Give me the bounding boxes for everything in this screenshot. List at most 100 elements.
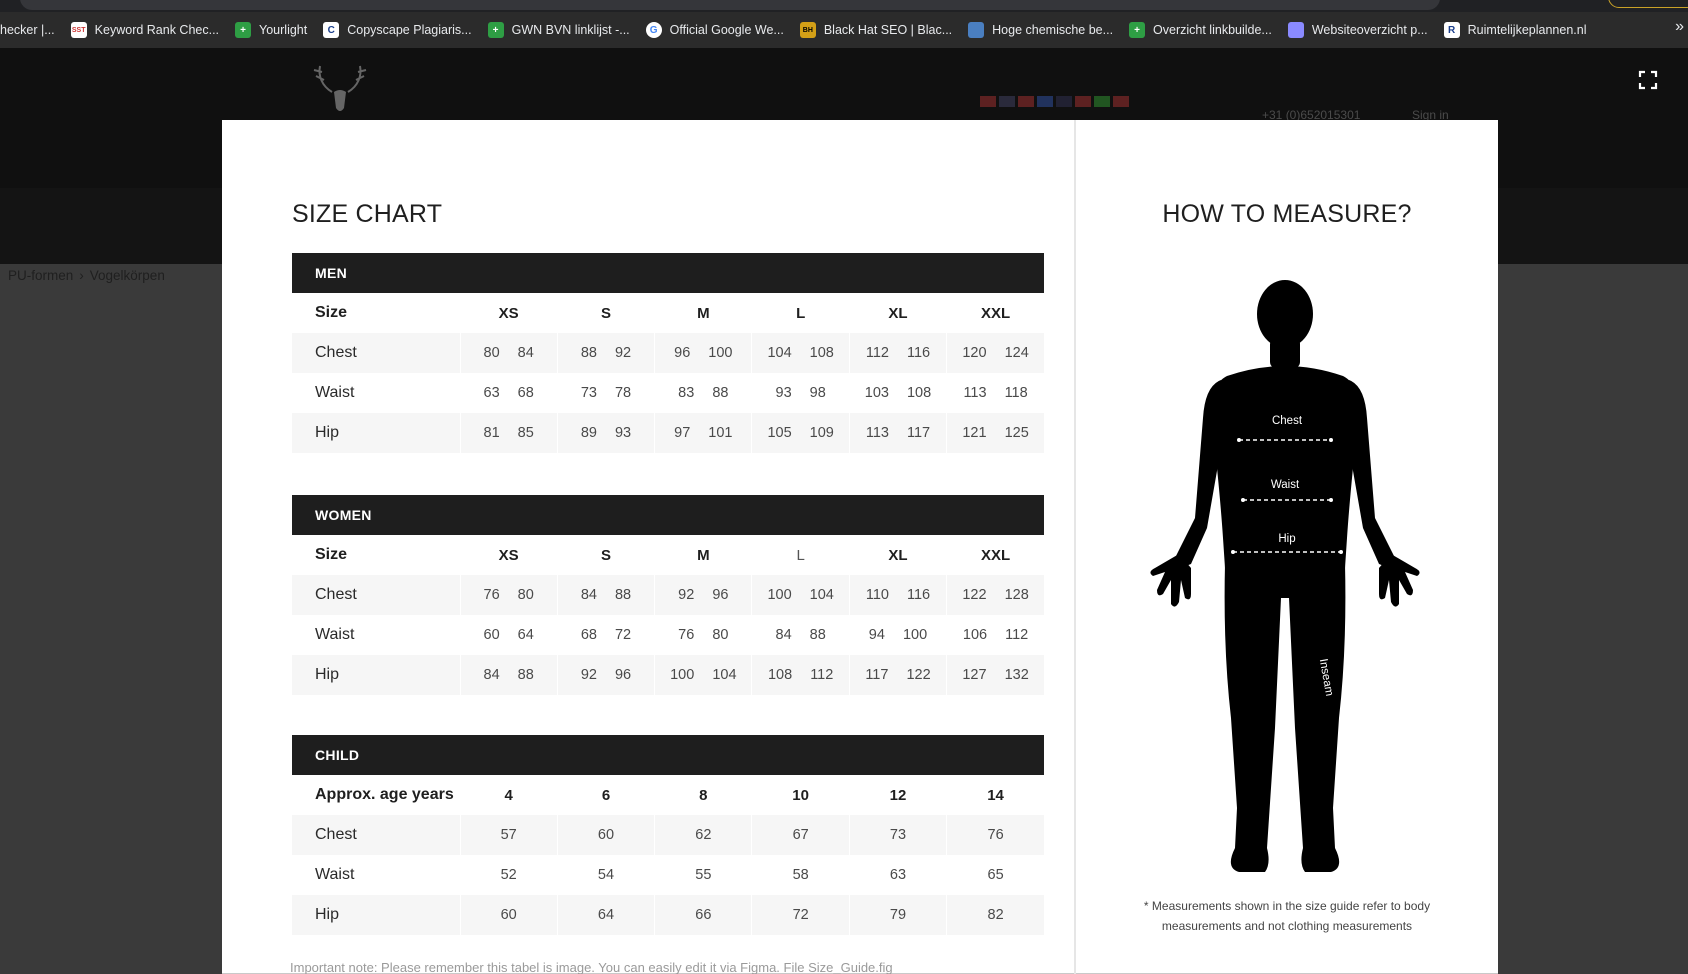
profile-button[interactable]	[1608, 0, 1688, 8]
how-to-measure-title: HOW TO MEASURE?	[1162, 200, 1412, 228]
column-header: XXL	[946, 293, 1044, 333]
range-max: 122	[906, 667, 931, 683]
range-max: 96	[614, 667, 632, 683]
language-flags[interactable]	[980, 96, 1129, 107]
cell-value: 82	[987, 907, 1004, 923]
section-women: WOMEN Size XS S M L XL XXL Chest 76 80 84 88 92 96 100 1…	[292, 495, 1044, 695]
table-cell: 64	[556, 895, 655, 935]
table-cell: 110 116	[848, 575, 947, 615]
browser-toolbar	[0, 0, 1688, 12]
range-max: 93	[614, 425, 632, 441]
range-max: 88	[614, 587, 632, 603]
range-max: 117	[906, 425, 931, 441]
breadcrumb-item[interactable]: Vogelkörpen	[90, 268, 165, 283]
cell-value: 65	[987, 867, 1004, 883]
cell-value: 62	[695, 827, 712, 843]
range-max: 132	[1004, 667, 1029, 683]
range-max: 92	[614, 345, 632, 361]
table-cell: 84 88	[751, 615, 850, 655]
measurement-footnote: * Measurements shown in the size guide r…	[1143, 899, 1431, 933]
fullscreen-icon[interactable]	[1638, 70, 1658, 90]
sst-icon: SST	[70, 22, 87, 38]
range-min: 113	[865, 425, 889, 441]
table-cell: 113 117	[848, 413, 947, 453]
row-label: Approx. age years	[315, 786, 454, 803]
column-header: M	[654, 535, 752, 575]
row-label: Waist	[315, 626, 355, 643]
table-cell: 103 108	[848, 373, 947, 413]
column-header: 12	[848, 775, 947, 815]
table-cell: 54	[556, 855, 655, 895]
cell-value: 60	[597, 827, 615, 843]
range-min: 63	[483, 385, 500, 401]
range-max: 80	[712, 627, 729, 643]
table-cell: 76 80	[459, 575, 558, 615]
column-header: S	[556, 535, 655, 575]
range-max: 104	[712, 667, 737, 683]
address-bar[interactable]	[20, 0, 1440, 10]
body-silhouette-icon: Chest Waist Hip Inseam	[1150, 280, 1420, 872]
range-min: 80	[483, 345, 500, 361]
range-min: 127	[962, 667, 987, 683]
bookmark-item[interactable]: Hoge chemische be...	[968, 22, 1113, 38]
bookmark-item[interactable]: BH Black Hat SEO | Blac...	[799, 22, 952, 38]
bookmark-item[interactable]: + Yourlight	[235, 22, 307, 38]
range-min: 81	[483, 425, 500, 441]
range-min: 96	[674, 345, 691, 361]
bookmark-item[interactable]: Websiteoverzicht p...	[1287, 22, 1428, 38]
bookmark-item[interactable]: R Ruimtelijkeplannen.nl	[1443, 22, 1587, 38]
deer-logo-icon[interactable]	[312, 62, 368, 120]
chart-icon	[968, 22, 985, 38]
table-cell: 84 88	[556, 575, 655, 615]
bookmark-label: Yourlight	[259, 23, 308, 37]
row-label: Waist	[315, 866, 355, 883]
table-cell: 100 104	[654, 655, 752, 695]
bookmark-item[interactable]: + GWN BVN linklijst -...	[487, 22, 630, 38]
range-min: 94	[868, 627, 885, 643]
range-max: 108	[809, 345, 834, 361]
section-men: MEN Size XS S M L XL XXL Chest 80 84 88 92 96 100 104 10…	[292, 253, 1044, 453]
bookmarks-overflow-button[interactable]: »	[1675, 18, 1684, 36]
range-max: 109	[809, 425, 834, 441]
table-cell: 60	[556, 815, 655, 855]
cell-value: 66	[695, 907, 712, 923]
range-min: 106	[962, 627, 988, 643]
important-note: Important note: Please remember this tab…	[290, 960, 893, 974]
cell-value: 63	[889, 867, 907, 883]
table-cell: 63 68	[459, 373, 558, 413]
cell-value: 73	[889, 827, 907, 843]
size-table: Approx. age years 4 6 8 10 12 14 Chest 57 60 62 67 7…	[292, 775, 1044, 935]
column-header: XL	[848, 535, 947, 575]
range-min: 120	[962, 345, 987, 361]
range-min: 89	[580, 425, 597, 441]
range-min: 83	[678, 385, 695, 401]
cell-value: 54	[597, 867, 615, 883]
column-header: L	[751, 535, 850, 575]
table-cell: 68 72	[556, 615, 655, 655]
bookmark-label: Ruimtelijkeplannen.nl	[1467, 23, 1587, 37]
bookmarks-bar: hecker |... SST Keyword Rank Chec... + Yourl…	[0, 12, 1688, 48]
row-label: Hip	[292, 413, 460, 453]
table-cell: 97 101	[654, 413, 752, 453]
table-cell: 65	[946, 855, 1044, 895]
table-row: Waist 52 54 55 58 63 65	[292, 855, 1044, 895]
bookmark-item[interactable]: hecker |...	[0, 23, 55, 37]
range-max: 116	[906, 587, 931, 603]
range-min: 92	[678, 587, 695, 603]
bookmark-item[interactable]: + Overzicht linkbuilde...	[1129, 22, 1272, 38]
table-cell: 96 100	[654, 333, 752, 373]
bookmark-item[interactable]: C Copyscape Plagiaris...	[323, 22, 472, 38]
breadcrumb-item[interactable]: PU-formen	[8, 268, 73, 283]
range-min: 105	[767, 425, 792, 441]
bookmark-label: Websiteoverzicht p...	[1311, 23, 1428, 37]
range-max: 100	[902, 627, 928, 643]
range-min: 100	[670, 667, 695, 683]
range-min: 76	[483, 587, 500, 603]
row-label: Hip	[292, 655, 460, 695]
bookmark-item[interactable]: G Official Google We...	[645, 22, 784, 38]
range-min: 117	[865, 667, 889, 683]
range-min: 92	[580, 667, 597, 683]
cell-value: 57	[500, 827, 517, 843]
bookmark-item[interactable]: SST Keyword Rank Chec...	[70, 22, 219, 38]
table-cell: 62	[654, 815, 752, 855]
